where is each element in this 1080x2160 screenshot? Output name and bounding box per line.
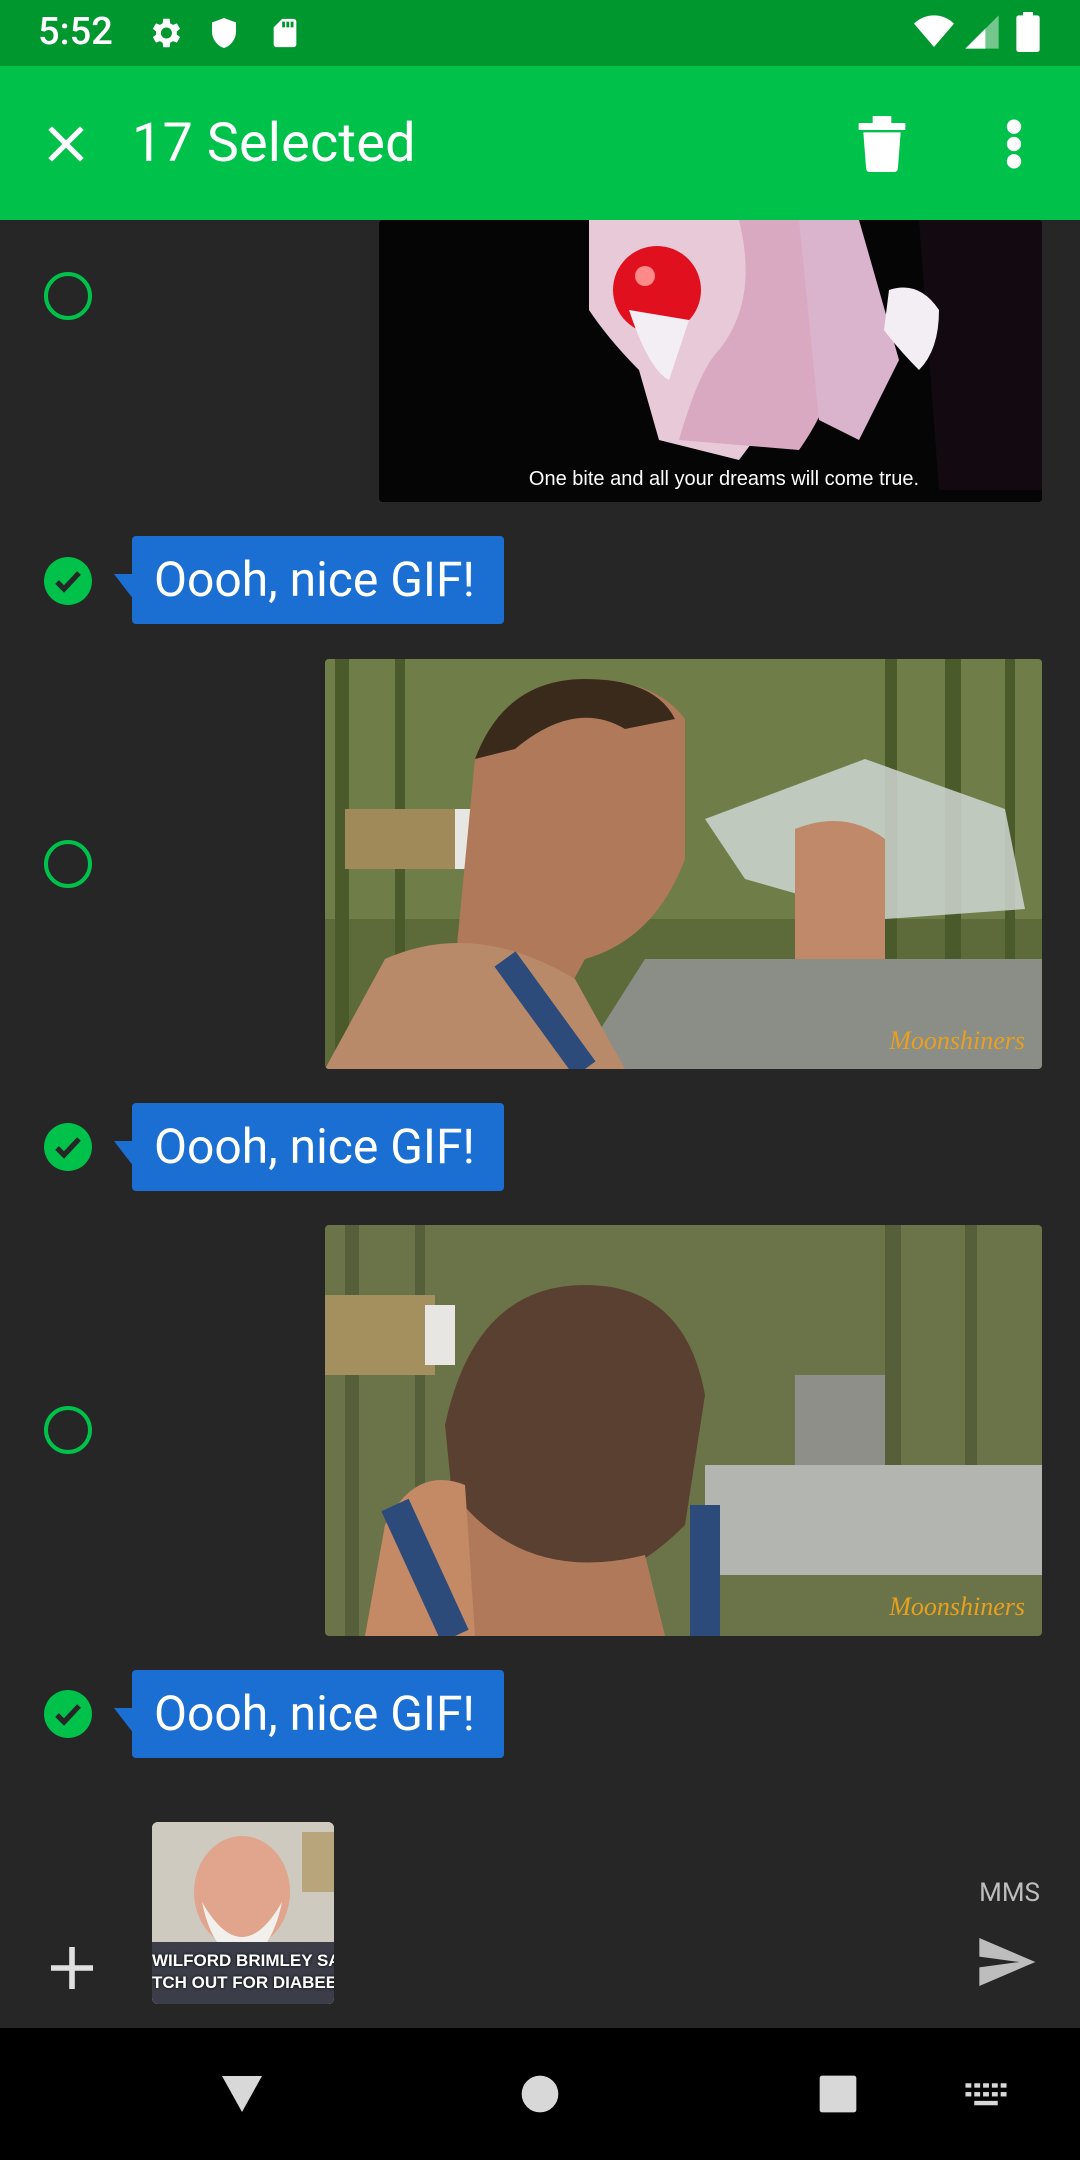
home-icon[interactable] xyxy=(520,2074,560,2114)
close-icon[interactable] xyxy=(42,120,90,168)
message-text: Oooh, nice GIF! xyxy=(154,551,475,608)
back-icon[interactable] xyxy=(218,2072,266,2116)
message-composer: WILFORD BRIMLEY SAYS: TCH OUT FOR DIABEE… xyxy=(0,1800,1080,2028)
status-time: 5:52 xyxy=(38,10,113,54)
gif-image[interactable]: Moonshiners xyxy=(325,1225,1042,1636)
gif-watermark: Moonshiners xyxy=(888,1026,1025,1055)
select-circle[interactable] xyxy=(44,840,92,888)
checkmark-icon xyxy=(55,571,81,593)
message-text: Oooh, nice GIF! xyxy=(154,1685,475,1742)
delete-icon[interactable] xyxy=(858,116,906,172)
shield-icon xyxy=(212,18,236,48)
system-navigation-bar xyxy=(0,2028,1080,2160)
gif-artwork: Moonshiners xyxy=(325,1225,1042,1636)
select-circle-checked[interactable] xyxy=(44,1690,92,1738)
gif-image[interactable]: One bite and all your dreams will come t… xyxy=(379,220,1042,502)
recents-icon[interactable] xyxy=(818,2074,858,2114)
attachment-caption-line-2: TCH OUT FOR DIABEETU xyxy=(152,1973,334,1992)
battery-icon xyxy=(1016,12,1040,52)
settings-icon xyxy=(152,18,181,48)
keyboard-icon[interactable] xyxy=(964,2080,1008,2110)
add-attachment-icon[interactable] xyxy=(44,1940,100,1996)
checkmark-icon xyxy=(55,1704,81,1726)
wifi-icon xyxy=(914,15,954,47)
checkmark-icon xyxy=(55,1137,81,1159)
more-options-icon[interactable] xyxy=(1000,118,1028,170)
attachment-caption: WILFORD BRIMLEY SAYS: TCH OUT FOR DIABEE… xyxy=(152,1950,334,1994)
sd-card-icon xyxy=(273,18,297,48)
status-bar: 5:52 xyxy=(0,0,1080,66)
gif-artwork: Moonshiners xyxy=(325,659,1042,1069)
gif-watermark: Moonshiners xyxy=(888,1592,1025,1621)
selection-app-bar: 17 Selected xyxy=(0,66,1080,220)
select-circle[interactable] xyxy=(44,1406,92,1454)
gif-image[interactable]: Moonshiners xyxy=(325,659,1042,1069)
gif-artwork: One bite and all your dreams will come t… xyxy=(379,220,1042,502)
selection-count-title: 17 Selected xyxy=(132,112,416,175)
cell-signal-icon xyxy=(965,15,999,49)
message-bubble[interactable]: Oooh, nice GIF! xyxy=(114,1670,504,1758)
select-circle[interactable] xyxy=(44,272,92,320)
gif-caption: One bite and all your dreams will come t… xyxy=(529,468,919,490)
mms-label: MMS xyxy=(979,1878,1040,1908)
attachment-caption-line-1: WILFORD BRIMLEY SAYS: xyxy=(152,1951,334,1970)
select-circle-checked[interactable] xyxy=(44,1123,92,1171)
message-bubble[interactable]: Oooh, nice GIF! xyxy=(114,1103,504,1191)
message-bubble[interactable]: Oooh, nice GIF! xyxy=(114,536,504,624)
send-icon[interactable] xyxy=(974,1930,1038,1994)
select-circle-checked[interactable] xyxy=(44,557,92,605)
attachment-thumbnail[interactable]: WILFORD BRIMLEY SAYS: TCH OUT FOR DIABEE… xyxy=(152,1822,334,2004)
message-text: Oooh, nice GIF! xyxy=(154,1118,475,1175)
